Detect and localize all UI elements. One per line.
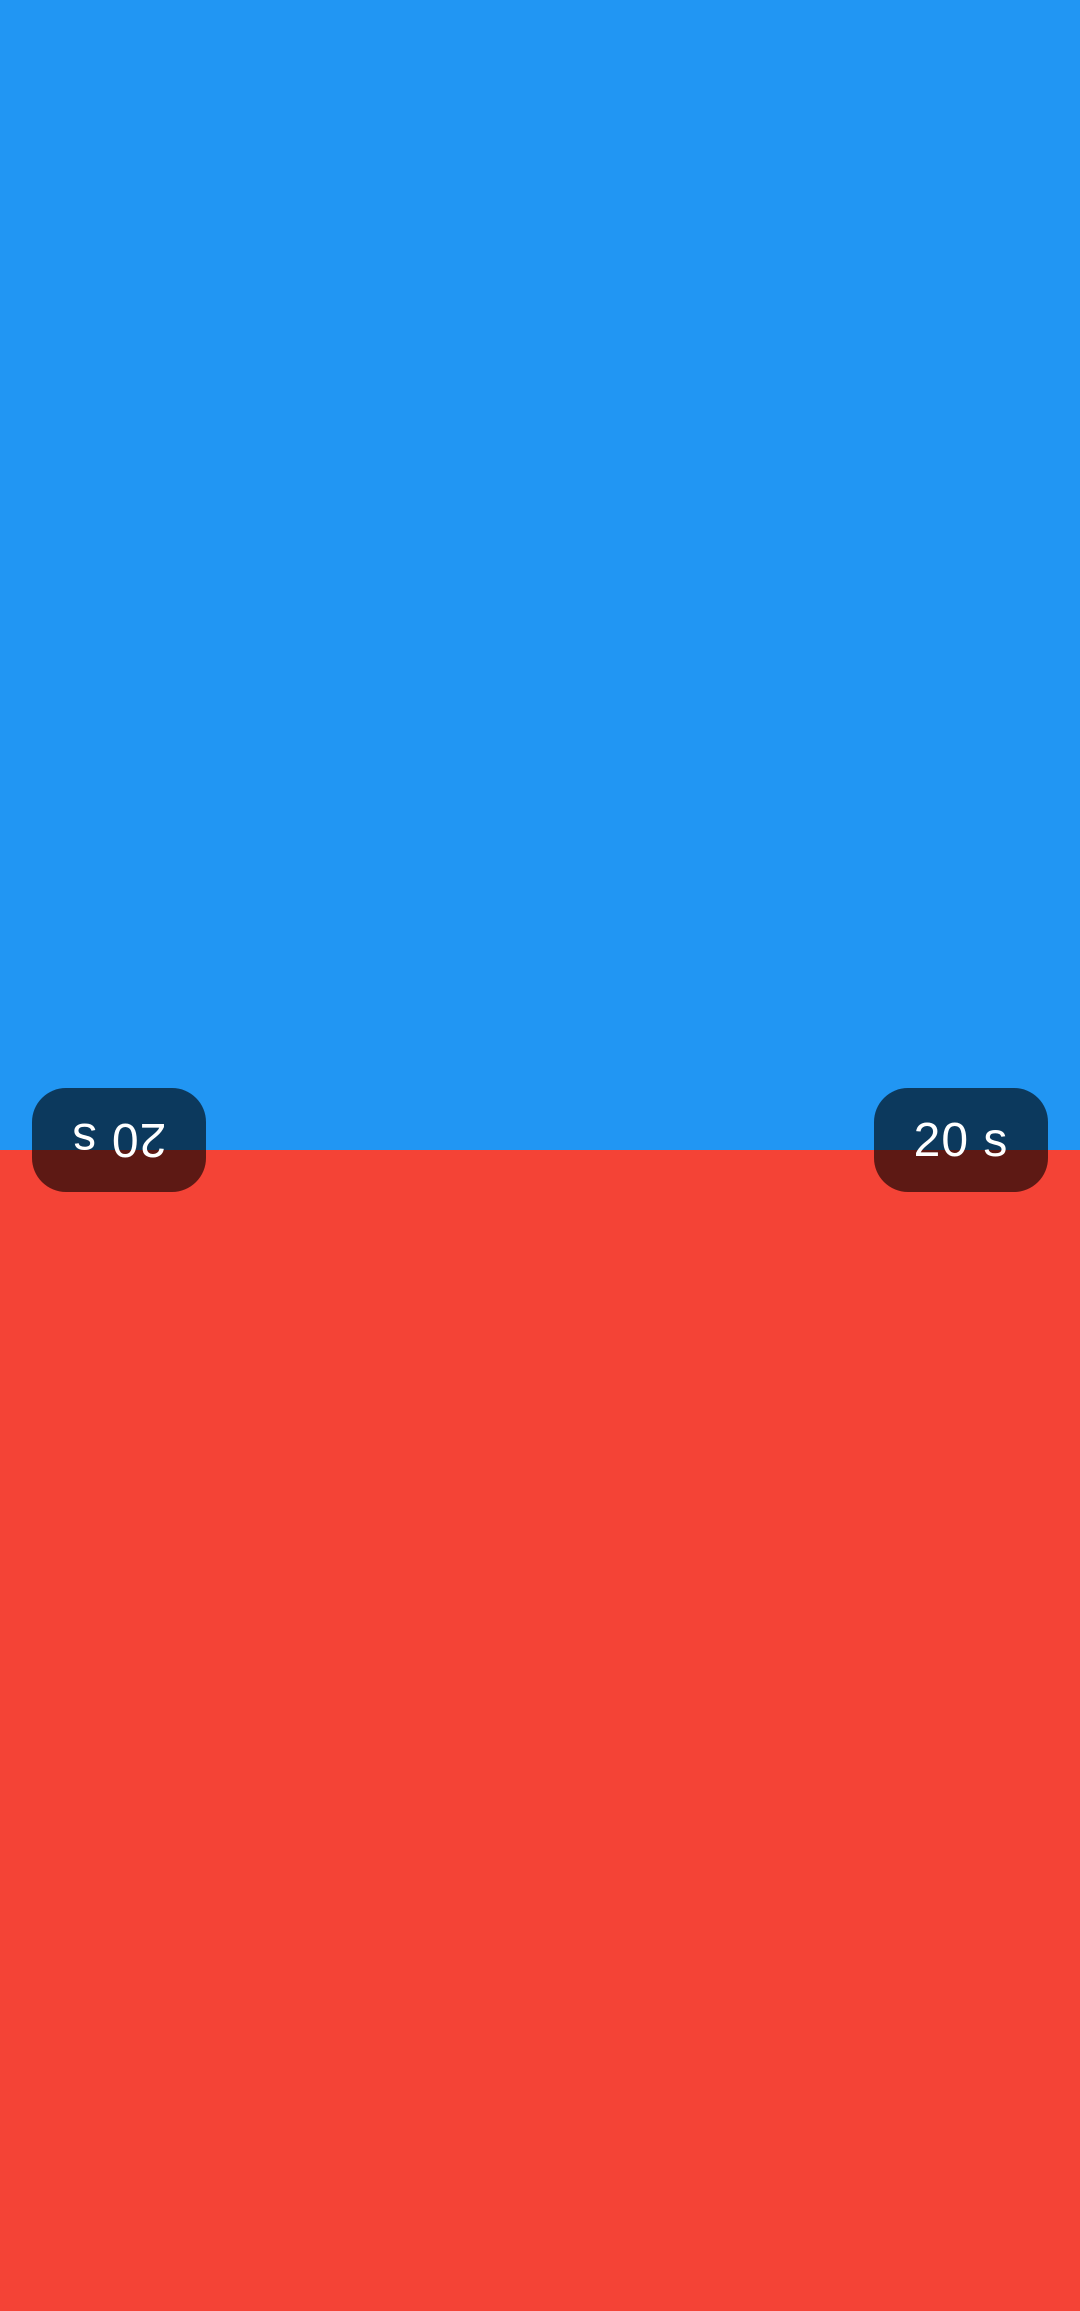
bottom-player-timer: 20 s	[874, 1088, 1048, 1192]
top-player-timer: 20 s	[32, 1088, 206, 1192]
bottom-player-tap-zone[interactable]	[0, 1150, 1080, 2311]
bottom-player-timer-text: 20 s	[913, 1113, 1009, 1167]
top-player-timer-text: 20 s	[71, 1113, 167, 1167]
top-player-tap-zone[interactable]	[0, 0, 1080, 1150]
